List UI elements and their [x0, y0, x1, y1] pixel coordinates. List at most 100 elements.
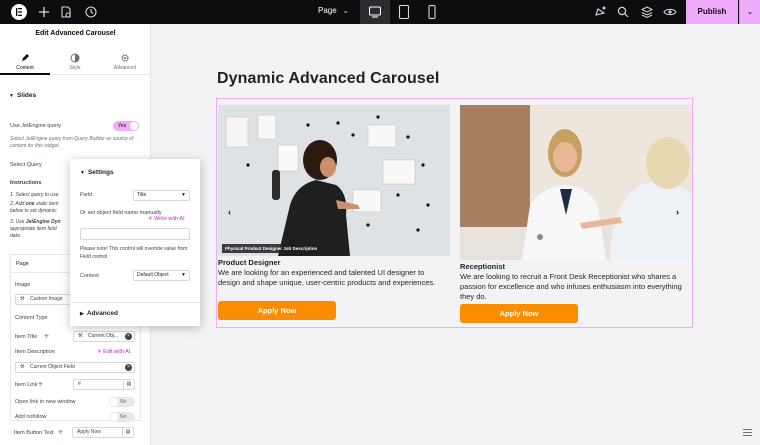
toggle-knob: [110, 398, 118, 406]
field-label: Field: [80, 192, 92, 198]
pencil-icon: [22, 54, 29, 61]
desktop-view-button[interactable]: [360, 0, 390, 24]
slide-image-receptionist: [460, 105, 692, 260]
image-dynamic-field[interactable]: ⚒ Custom Image: [15, 294, 77, 305]
tablet-view-button[interactable]: [389, 0, 419, 24]
caret-down-icon: ▼: [9, 93, 14, 99]
nofollow-toggle[interactable]: No: [109, 412, 135, 422]
structure-icon[interactable]: [640, 5, 654, 19]
field-select[interactable]: Title ▼: [133, 190, 190, 201]
item-description-dynamic-field[interactable]: ⚒ Current Object Field ×: [15, 362, 135, 373]
page-selector[interactable]: Page ⌄: [318, 6, 349, 15]
carousel-prev-arrow[interactable]: ‹: [228, 207, 231, 217]
chevron-down-icon: ⌄: [342, 8, 349, 15]
context-label: Context: [80, 273, 99, 279]
field-select-value: Title: [137, 192, 147, 198]
carousel-next-arrow[interactable]: ›: [676, 207, 679, 217]
advanced-carousel: Physical Product Designer Job Descriptio…: [216, 98, 693, 328]
elementor-logo-icon[interactable]: [11, 4, 27, 20]
dynamic-tags-icon[interactable]: ▤: [122, 428, 133, 437]
nofollow-label: Add nofollow: [15, 414, 47, 420]
tab-content[interactable]: Content: [0, 49, 50, 75]
instruction-3-d: data: [10, 233, 20, 239]
remove-dynamic-icon[interactable]: ×: [125, 364, 132, 371]
slide-apply-button[interactable]: Apply Now: [460, 304, 578, 323]
page-selector-label: Page: [318, 6, 337, 15]
slide-apply-button[interactable]: Apply Now: [218, 301, 336, 320]
add-element-icon[interactable]: [37, 5, 51, 19]
context-select[interactable]: Default Object ▼: [133, 270, 190, 281]
product-designer-photo: [218, 105, 450, 256]
sparkle-icon[interactable]: ✳: [58, 429, 63, 436]
caret-right-icon: ▶: [80, 311, 84, 317]
history-icon[interactable]: [84, 5, 98, 19]
override-note: Please note! This control will override …: [80, 246, 188, 260]
publish-options-button[interactable]: ⌄: [739, 0, 760, 24]
nofollow-toggle-value: No: [120, 414, 127, 420]
caret-down-icon: ▼: [80, 170, 85, 176]
new-window-toggle-value: No: [120, 399, 127, 405]
sparkle-icon: ✳: [97, 349, 102, 355]
tab-advanced-label: Advanced: [113, 65, 137, 71]
settings-section-toggle[interactable]: ▼ Settings: [80, 169, 114, 176]
edit-with-ai-label: Edit with AI: [103, 349, 131, 355]
instruction-1: 1. Select query to use: [10, 192, 59, 198]
image-label: Image: [15, 282, 31, 288]
tab-advanced[interactable]: Advanced: [100, 49, 150, 75]
instruction-2-a: 2. Add: [10, 201, 26, 207]
write-with-ai-link[interactable]: ✳ Write with AI: [148, 216, 185, 222]
item-title-dynamic-field[interactable]: ⚒ Current Obj... ×: [73, 331, 135, 342]
instruction-3: 3. Use JetEngine Dyn: [10, 219, 61, 226]
instruction-2-c: static item: [34, 201, 59, 207]
publish-button[interactable]: Publish: [686, 0, 738, 24]
item-title-label: Item Title: [15, 334, 38, 340]
wrench-icon: ⚒: [78, 333, 83, 339]
preview-eye-icon[interactable]: [663, 5, 677, 19]
use-query-help: Select JetEngine query from Query Builde…: [10, 136, 134, 149]
object-field-input[interactable]: [80, 228, 190, 240]
gear-icon: [121, 54, 129, 62]
sparkle-icon[interactable]: ✳: [44, 333, 49, 340]
dynamic-tags-icon[interactable]: ▤: [123, 380, 134, 389]
item-link-input[interactable]: # ▤: [73, 379, 135, 390]
settings-title: Settings: [87, 169, 114, 176]
sparkle-icon: ✳: [148, 216, 153, 222]
use-query-toggle[interactable]: Yes: [113, 121, 139, 131]
instruction-2-d: below to set dynamic: [10, 208, 57, 214]
button-text-input[interactable]: Apply Now ▤: [72, 427, 134, 438]
new-window-toggle[interactable]: No: [109, 397, 135, 407]
remove-dynamic-icon[interactable]: ×: [125, 333, 132, 340]
panel-tabs: Content Style Advanced: [0, 49, 151, 75]
tab-style[interactable]: Style: [50, 49, 100, 75]
menu-icon[interactable]: [741, 427, 753, 437]
caret-down-icon: ▼: [181, 192, 186, 198]
new-window-label: Open link in new window: [15, 399, 76, 405]
item-link-value: #: [78, 381, 81, 387]
slide-title: Receptionist: [460, 262, 506, 271]
button-text-value: Apply Now: [77, 429, 101, 435]
mobile-view-button[interactable]: [417, 0, 447, 24]
chevron-down-icon: ⌄: [746, 7, 754, 16]
toggle-knob: [130, 122, 138, 130]
instruction-2-b: one: [25, 201, 35, 207]
button-text-label: Item Button Text: [14, 430, 54, 436]
slide-image-product-designer: Physical Product Designer Job Descriptio…: [218, 105, 450, 256]
notifications-icon[interactable]: [593, 5, 607, 19]
use-query-toggle-value: Yes: [118, 123, 127, 129]
sparkle-icon[interactable]: ✳: [38, 381, 43, 388]
slide-description: We are looking for an experienced and ta…: [218, 268, 436, 287]
tab-style-label: Style: [69, 65, 81, 71]
instruction-3-a: 3. Use: [10, 219, 26, 225]
caret-down-icon: ▼: [181, 272, 186, 278]
receptionist-photo: [460, 105, 692, 260]
edit-with-ai-link[interactable]: ✳ Edit with AI: [97, 349, 130, 355]
page-heading: Dynamic Advanced Carousel: [217, 70, 440, 87]
page-settings-icon[interactable]: [59, 5, 73, 19]
instruction-3-c: appropriate item field: [10, 226, 57, 232]
search-icon[interactable]: [616, 5, 630, 19]
item-link-label: Item Link: [15, 382, 38, 388]
slides-section-toggle[interactable]: ▼ Slides: [9, 92, 36, 99]
mobile-icon: [428, 5, 436, 19]
advanced-section-toggle[interactable]: ▶ Advanced: [80, 310, 118, 317]
tablet-icon: [398, 5, 410, 19]
